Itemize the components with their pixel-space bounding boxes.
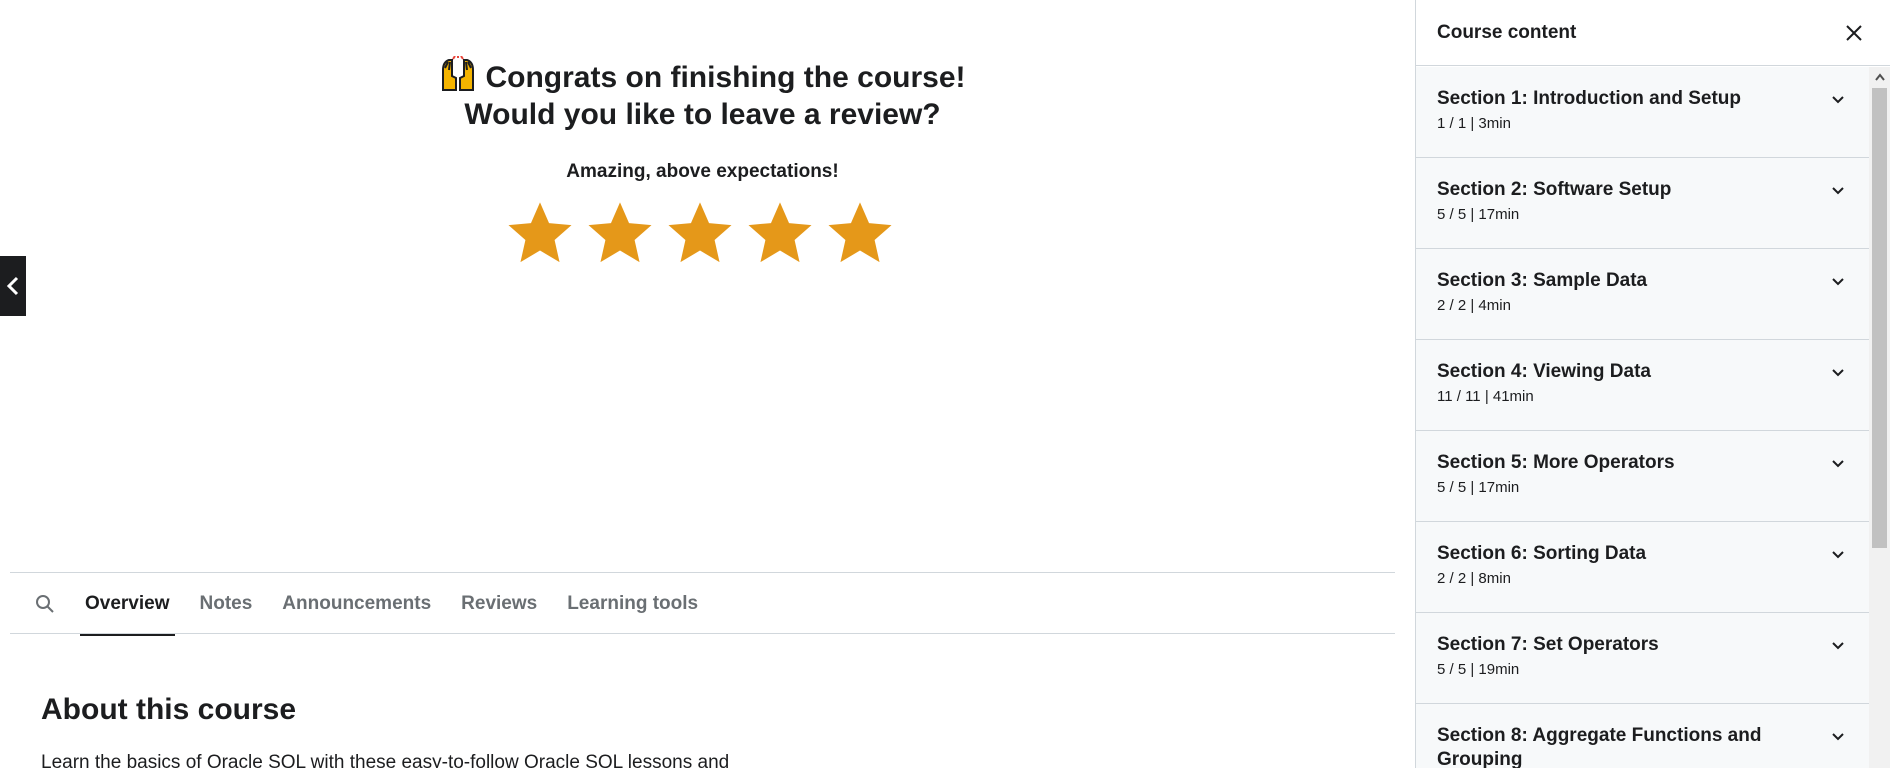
section-item-3[interactable]: Section 3: Sample Data 2 / 2 | 4min bbox=[1416, 249, 1869, 340]
course-complete-stage: Congrats on finishing the course! Would … bbox=[0, 0, 1415, 572]
section-item-6[interactable]: Section 6: Sorting Data 2 / 2 | 8min bbox=[1416, 522, 1869, 613]
chevron-up-icon bbox=[1874, 73, 1885, 81]
congrats-line-2: Would you like to leave a review? bbox=[464, 98, 941, 131]
sidebar-scrollbar[interactable] bbox=[1869, 67, 1890, 768]
section-item-8[interactable]: Section 8: Aggregate Functions and Group… bbox=[1416, 704, 1869, 768]
section-title: Section 6: Sorting Data bbox=[1437, 543, 1647, 564]
tab-overview[interactable]: Overview bbox=[80, 573, 175, 636]
about-title: About this course bbox=[41, 693, 297, 726]
chevron-down-icon bbox=[1832, 551, 1844, 559]
section-meta: 2 / 2 | 4min bbox=[1437, 297, 1511, 314]
chevron-down-icon bbox=[1832, 187, 1844, 195]
sidebar-header: Course content bbox=[1416, 0, 1890, 66]
section-title: Section 2: Software Setup bbox=[1437, 179, 1672, 200]
star-rating[interactable] bbox=[505, 198, 895, 268]
section-title: Section 8: Aggregate Functions and Group… bbox=[1437, 725, 1762, 768]
section-item-2[interactable]: Section 2: Software Setup 5 / 5 | 17min bbox=[1416, 158, 1869, 249]
congrats-line-1: Congrats on finishing the course! bbox=[485, 61, 966, 94]
search-icon bbox=[36, 595, 54, 613]
section-item-1[interactable]: Section 1: Introduction and Setup 1 / 1 … bbox=[1416, 67, 1869, 158]
about-text: Learn the basics of Oracle SQL with thes… bbox=[41, 752, 730, 768]
star-2-icon[interactable] bbox=[585, 198, 655, 268]
section-title: Section 4: Viewing Data bbox=[1437, 361, 1651, 382]
section-meta: 5 / 5 | 19min bbox=[1437, 661, 1520, 678]
section-list: Section 1: Introduction and Setup 1 / 1 … bbox=[1416, 67, 1869, 768]
previous-lecture-button[interactable] bbox=[0, 256, 26, 316]
star-4-icon[interactable] bbox=[745, 198, 815, 268]
star-3-icon[interactable] bbox=[665, 198, 735, 268]
chevron-down-icon bbox=[1832, 733, 1844, 741]
search-tab[interactable] bbox=[10, 573, 80, 635]
chevron-down-icon bbox=[1832, 369, 1844, 377]
main-content: Congrats on finishing the course! Would … bbox=[0, 0, 1415, 768]
tab-reviews[interactable]: Reviews bbox=[456, 573, 542, 635]
chevron-down-icon bbox=[1832, 642, 1844, 650]
course-content-sidebar: Course content Section 1: Introduction a… bbox=[1415, 0, 1890, 768]
section-title: Section 3: Sample Data bbox=[1437, 270, 1648, 291]
sidebar-title: Course content bbox=[1437, 21, 1577, 43]
star-5-icon[interactable] bbox=[825, 198, 895, 268]
close-icon bbox=[1846, 24, 1862, 41]
chevron-left-icon bbox=[6, 276, 19, 296]
section-title: Section 1: Introduction and Setup bbox=[1437, 88, 1741, 109]
scroll-up-button[interactable] bbox=[1869, 67, 1890, 87]
scrollbar-thumb[interactable] bbox=[1872, 88, 1887, 548]
section-meta: 5 / 5 | 17min bbox=[1437, 479, 1520, 496]
tab-announcements[interactable]: Announcements bbox=[277, 573, 436, 635]
tab-learning-tools[interactable]: Learning tools bbox=[562, 573, 703, 635]
chevron-down-icon bbox=[1832, 278, 1844, 286]
section-item-7[interactable]: Section 7: Set Operators 5 / 5 | 19min bbox=[1416, 613, 1869, 704]
chevron-down-icon bbox=[1832, 96, 1844, 104]
close-sidebar-button[interactable] bbox=[1840, 19, 1868, 47]
section-title: Section 7: Set Operators bbox=[1437, 634, 1659, 655]
raising-hands-emoji-icon bbox=[442, 56, 475, 91]
section-item-5[interactable]: Section 5: More Operators 5 / 5 | 17min bbox=[1416, 431, 1869, 522]
section-item-4[interactable]: Section 4: Viewing Data 11 / 11 | 41min bbox=[1416, 340, 1869, 431]
tab-notes[interactable]: Notes bbox=[195, 573, 258, 635]
star-1-icon[interactable] bbox=[505, 198, 575, 268]
section-meta: 1 / 1 | 3min bbox=[1437, 115, 1511, 132]
congrats-heading: Congrats on finishing the course! Would … bbox=[0, 56, 1405, 133]
section-meta: 2 / 2 | 8min bbox=[1437, 570, 1511, 587]
chevron-down-icon bbox=[1832, 460, 1844, 468]
section-meta: 11 / 11 | 41min bbox=[1437, 388, 1534, 405]
section-meta: 5 / 5 | 17min bbox=[1437, 206, 1520, 223]
course-tabs: Overview Notes Announcements Reviews Lea… bbox=[10, 572, 1395, 636]
section-title: Section 5: More Operators bbox=[1437, 452, 1675, 473]
rating-label: Amazing, above expectations! bbox=[566, 161, 839, 182]
